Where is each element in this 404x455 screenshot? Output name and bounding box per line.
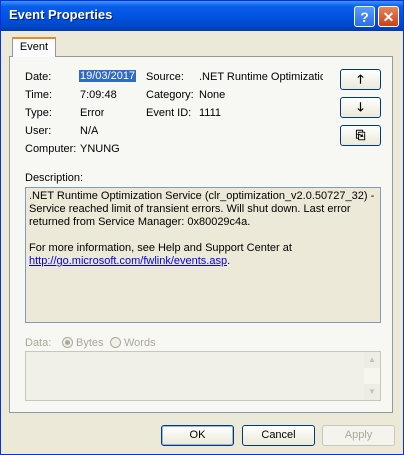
help-link[interactable]: http://go.microsoft.com/fwlink/events.as… — [29, 255, 227, 267]
ok-button[interactable]: OK — [161, 425, 234, 446]
time-label: Time: — [25, 89, 53, 101]
previous-event-button[interactable]: 🡑 — [340, 69, 381, 90]
close-icon: ✕ — [382, 9, 395, 25]
tab-event[interactable]: Event — [12, 37, 56, 57]
date-label: Date: — [25, 71, 52, 83]
title-bar[interactable]: Event Properties ? ✕ — [1, 1, 403, 31]
help-icon: ? — [360, 9, 369, 25]
type-value[interactable]: Error — [80, 107, 104, 119]
computer-label: Computer: — [25, 143, 77, 155]
arrow-up-icon: 🡑 — [357, 72, 364, 86]
arrow-down-icon: 🡓 — [357, 100, 364, 114]
event-id-value[interactable]: 1111 — [199, 107, 221, 119]
source-label: Source: — [146, 71, 184, 83]
bytes-radio[interactable] — [62, 337, 73, 348]
description-help-text: For more information, see Help and Suppo… — [29, 242, 377, 268]
category-value[interactable]: None — [199, 89, 225, 101]
radio-selected-dot — [65, 340, 70, 345]
category-label: Category: — [146, 89, 194, 101]
cancel-button[interactable]: Cancel — [242, 425, 315, 446]
window-title: Event Properties — [9, 7, 113, 22]
computer-value[interactable]: YNUNG — [80, 143, 120, 155]
help-suffix: . — [227, 255, 231, 267]
data-label: Data: — [25, 337, 52, 349]
date-value[interactable]: 19/03/2017 — [79, 70, 137, 82]
time-value[interactable]: 7:09:48 — [80, 89, 117, 101]
data-textbox[interactable]: ▲ ▼ — [25, 351, 381, 401]
event-properties-window: Event Properties ? ✕ Event Date: 19/03/2… — [0, 0, 404, 455]
source-value[interactable]: .NET Runtime Optimizatic — [199, 71, 323, 83]
words-radio[interactable] — [110, 337, 121, 348]
scroll-down-icon[interactable]: ▼ — [364, 384, 380, 400]
data-scrollbar[interactable]: ▲ ▼ — [364, 352, 380, 400]
event-id-label: Event ID: — [146, 107, 192, 119]
scroll-up-icon[interactable]: ▲ — [364, 352, 380, 368]
words-label: Words — [124, 337, 156, 349]
description-textbox[interactable]: .NET Runtime Optimization Service (clr_o… — [25, 187, 381, 323]
help-prefix: For more information, see Help and Suppo… — [29, 242, 292, 254]
copy-icon: ⎘ — [355, 128, 366, 142]
bytes-label: Bytes — [76, 337, 104, 349]
close-button[interactable]: ✕ — [378, 6, 399, 27]
apply-button[interactable]: Apply — [322, 425, 395, 446]
description-label: Description: — [25, 172, 84, 184]
user-label: User: — [25, 125, 52, 137]
help-button[interactable]: ? — [354, 6, 375, 27]
user-value[interactable]: N/A — [80, 125, 98, 137]
next-event-button[interactable]: 🡓 — [340, 97, 381, 118]
copy-button[interactable]: ⎘ — [340, 125, 381, 146]
description-text: .NET Runtime Optimization Service (clr_o… — [29, 190, 375, 228]
type-label: Type: — [25, 107, 52, 119]
